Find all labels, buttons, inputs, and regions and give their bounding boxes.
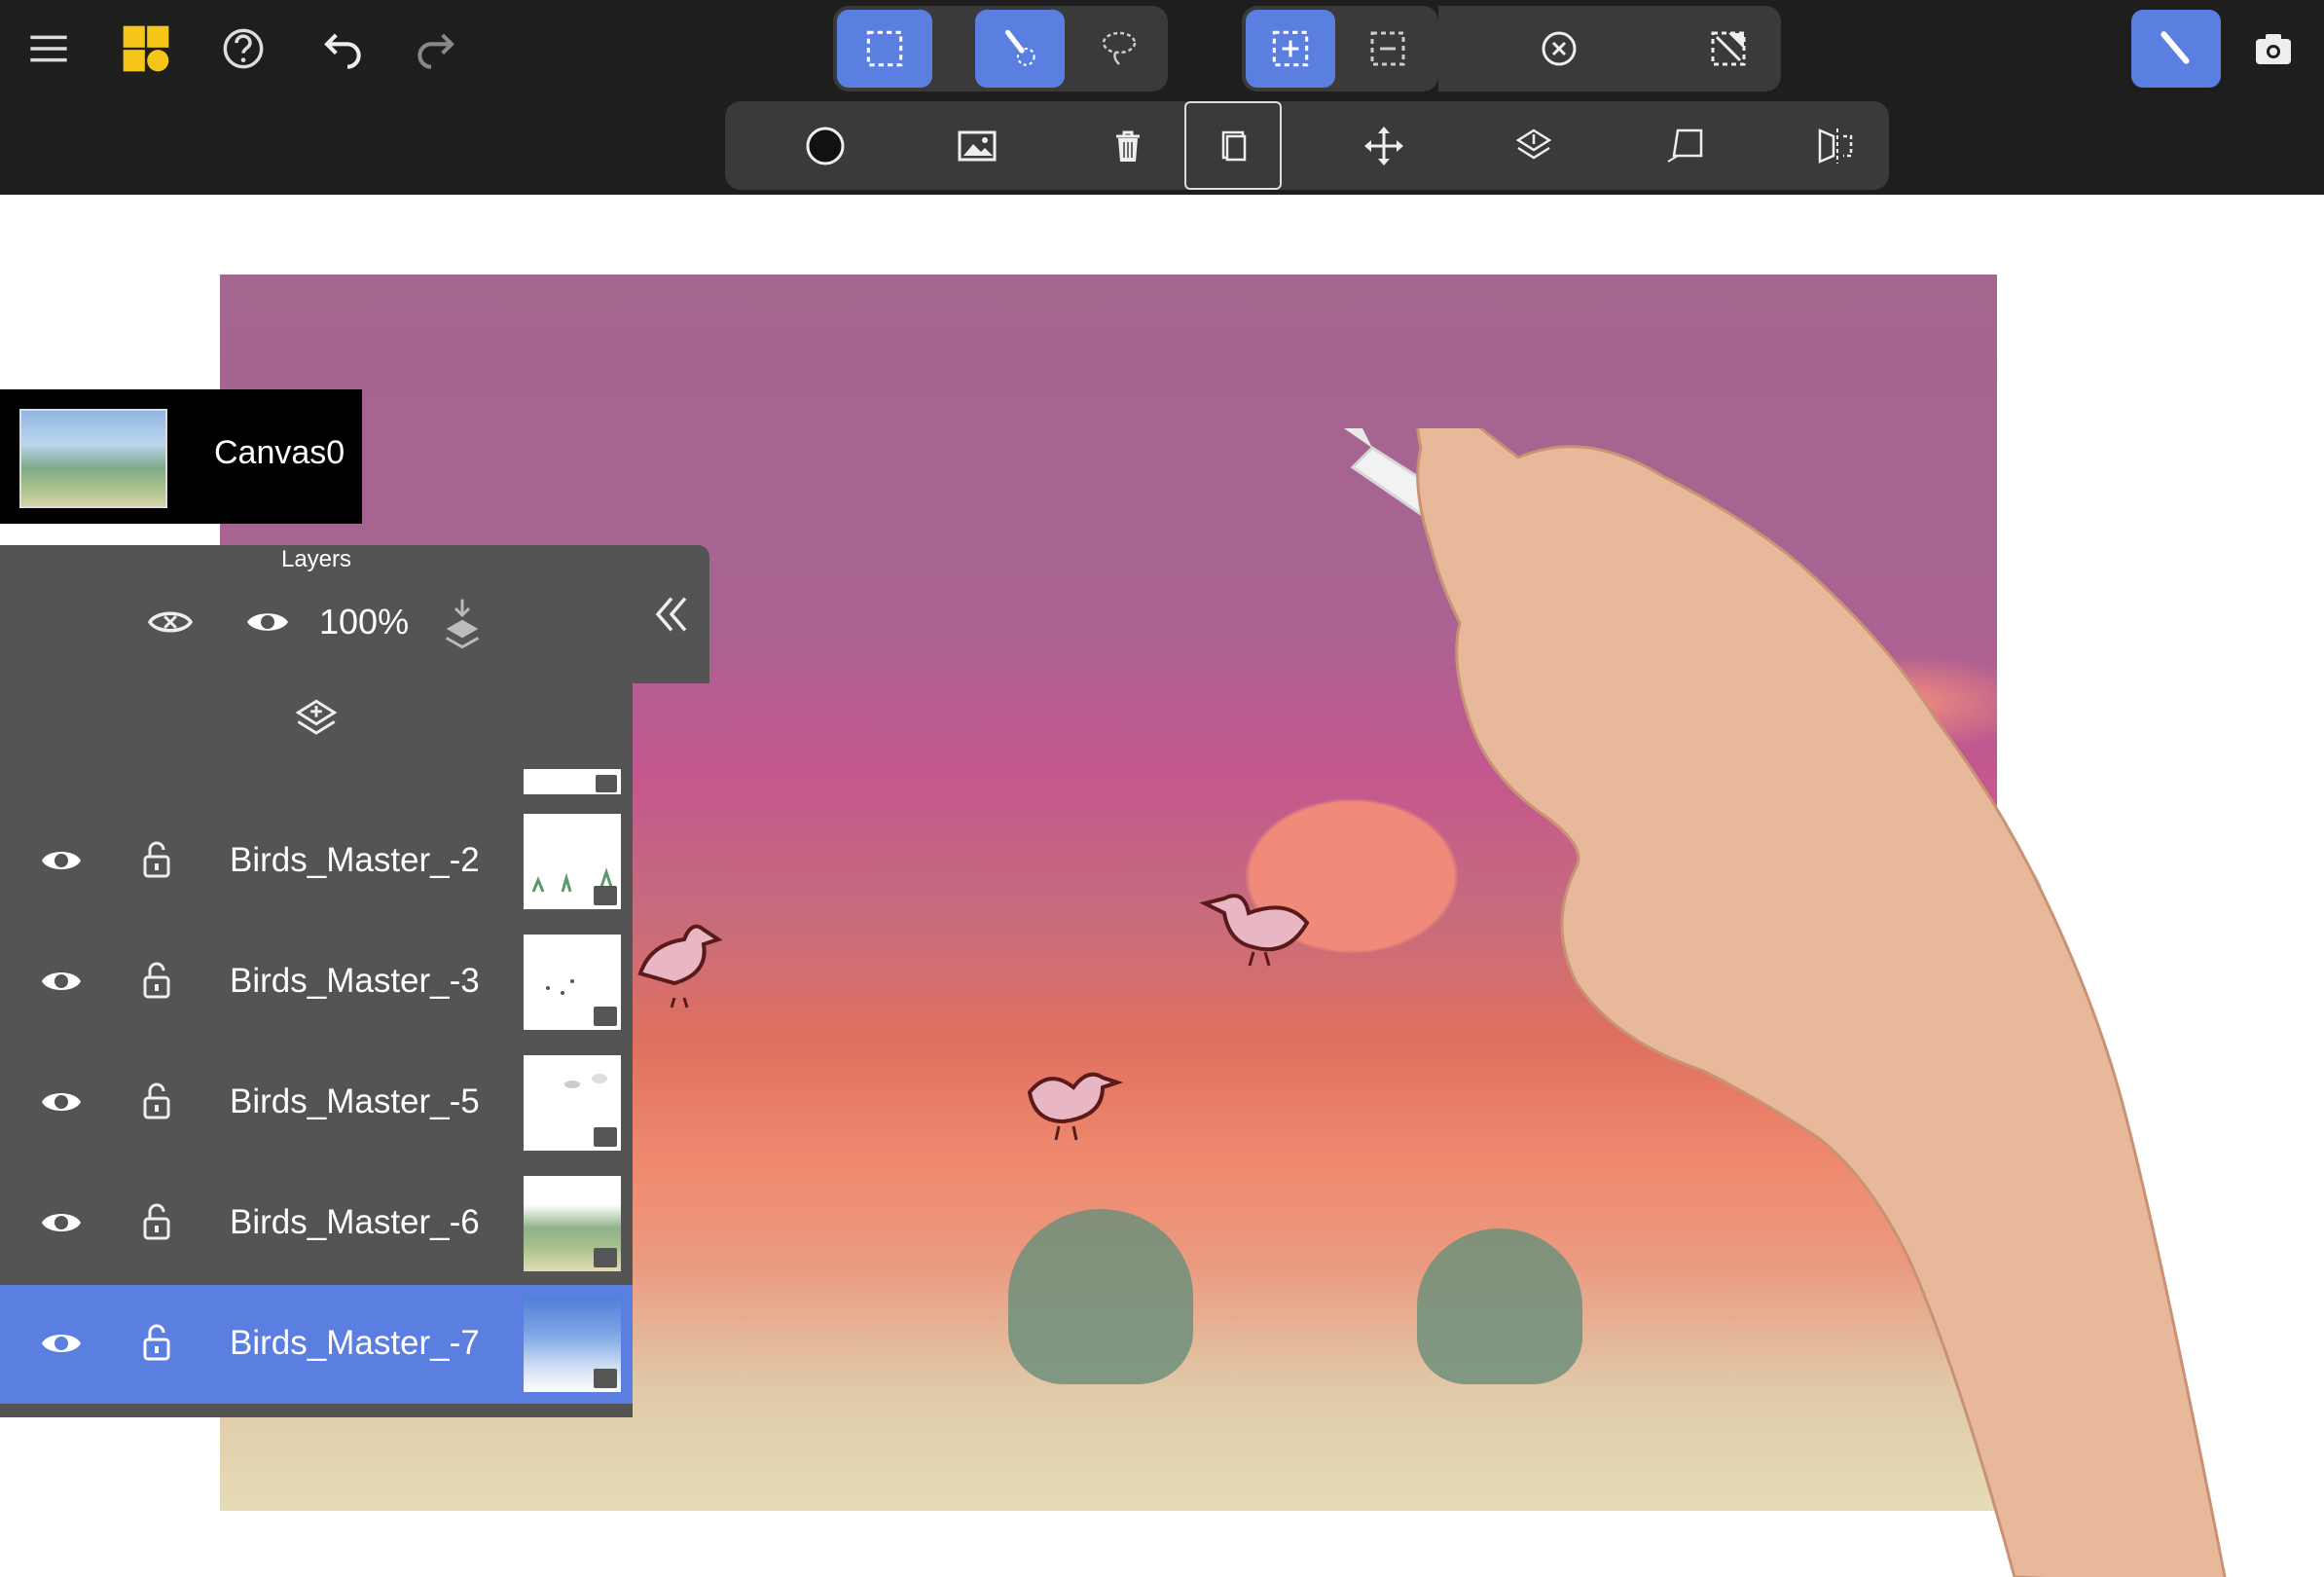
layer-row-birds-master-5[interactable]: Birds_Master_-5	[0, 1044, 633, 1162]
layer-opacity[interactable]: 100%	[319, 602, 409, 642]
unlock-icon[interactable]	[142, 960, 171, 1001]
invert-selection-icon[interactable]	[1684, 10, 1773, 88]
layer-thumbnail	[524, 1055, 621, 1151]
unlock-icon[interactable]	[142, 1081, 171, 1121]
layer-merge-icon[interactable]	[1485, 101, 1582, 190]
bird-left	[637, 924, 723, 1009]
bush	[1008, 1209, 1193, 1384]
help-icon[interactable]	[214, 19, 272, 78]
brush-select-icon[interactable]	[975, 10, 1065, 88]
bird-bottom	[1027, 1072, 1124, 1141]
eye-icon[interactable]	[39, 964, 84, 999]
layer-name: Birds_Master_-7	[230, 1324, 480, 1362]
trash-icon[interactable]	[1079, 101, 1177, 190]
move-icon[interactable]	[1335, 101, 1433, 190]
layer-thumbnail	[524, 935, 621, 1030]
bird-center	[1199, 894, 1310, 967]
eye-icon[interactable]	[39, 843, 84, 878]
canvas-thumbnail	[19, 409, 167, 508]
layer-name: Birds_Master_-5	[230, 1082, 480, 1120]
add-selection-icon[interactable]	[1246, 10, 1335, 88]
eye-icon[interactable]	[39, 1084, 84, 1119]
layer-name: Birds_Master_-6	[230, 1203, 480, 1241]
add-layer-icon[interactable]	[287, 693, 345, 746]
layer-row-birds-master-6[interactable]: Birds_Master_-6	[0, 1164, 633, 1283]
redo-icon[interactable]	[409, 19, 467, 78]
layer-thumbnail	[524, 814, 621, 909]
layer-name: Birds_Master_-2	[230, 841, 480, 879]
layers-title: Layers	[280, 546, 352, 572]
canvas-selector[interactable]: Canvas0	[0, 389, 362, 524]
layer-name: Birds_Master_-3	[230, 962, 480, 1000]
flip-icon[interactable]	[1787, 101, 1884, 190]
layer-thumbnail-partial	[524, 769, 621, 794]
layer-row-birds-master-2[interactable]: Birds_Master_-2	[0, 802, 633, 921]
visibility-icon[interactable]	[238, 596, 297, 648]
layer-thumbnail	[524, 1176, 621, 1271]
merge-down-icon[interactable]	[433, 596, 491, 649]
pen-mode-icon[interactable]	[2131, 10, 2221, 88]
undo-icon[interactable]	[311, 19, 370, 78]
subtract-selection-icon[interactable]	[1343, 10, 1433, 88]
camera-icon[interactable]	[2229, 10, 2318, 88]
apps-grid-icon[interactable]	[117, 19, 175, 78]
lasso-select-icon[interactable]	[1074, 10, 1164, 88]
layers-list: Birds_Master_-2 Birds_Master_-3 Birds_Ma…	[0, 683, 633, 1417]
eye-icon[interactable]	[39, 1326, 84, 1361]
image-icon[interactable]	[928, 101, 1026, 190]
hand-with-stylus	[1343, 428, 2227, 1577]
secondary-toolbar	[725, 101, 1889, 190]
menu-icon[interactable]	[19, 19, 78, 78]
perspective-icon[interactable]	[1637, 101, 1734, 190]
unlock-icon[interactable]	[142, 1201, 171, 1242]
layer-row-birds-master-7[interactable]: Birds_Master_-7	[0, 1285, 633, 1404]
duplicate-icon[interactable]	[1184, 101, 1282, 190]
unlock-icon[interactable]	[142, 1322, 171, 1363]
hide-all-icon[interactable]	[141, 596, 200, 648]
unlock-icon[interactable]	[142, 839, 171, 880]
circle-icon[interactable]	[777, 101, 874, 190]
layer-thumbnail	[524, 1297, 621, 1392]
eye-icon[interactable]	[39, 1205, 84, 1240]
rectangle-select-icon[interactable]	[837, 10, 932, 88]
layer-row-birds-master-3[interactable]: Birds_Master_-3	[0, 923, 633, 1042]
canvas-name: Canvas0	[214, 434, 345, 471]
top-toolbar	[0, 0, 2324, 195]
clear-selection-icon[interactable]	[1514, 10, 1604, 88]
collapse-panel-icon[interactable]	[642, 588, 701, 641]
